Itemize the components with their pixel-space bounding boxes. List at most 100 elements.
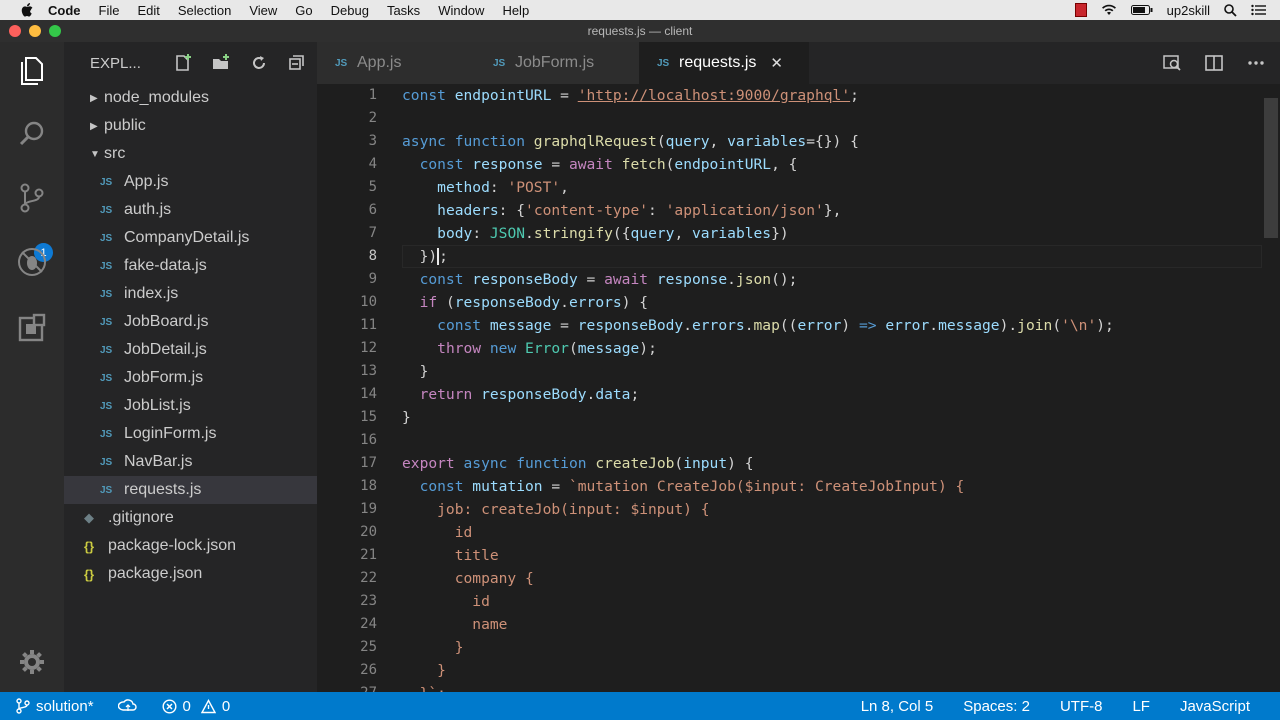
tree-file-package-json[interactable]: {} package.json xyxy=(64,560,317,588)
tree-file-joblist-js[interactable]: JS JobList.js xyxy=(64,392,317,420)
tab-app-js[interactable]: JS App.js xyxy=(317,42,475,84)
code-line[interactable]: id xyxy=(402,590,490,613)
settings-gear-icon[interactable] xyxy=(14,644,50,680)
sync-icon[interactable] xyxy=(117,698,138,714)
wifi-icon[interactable] xyxy=(1101,4,1117,16)
code-line[interactable]: const message = responseBody.errors.map(… xyxy=(402,314,1114,337)
tree-file-index-js[interactable]: JS index.js xyxy=(64,280,317,308)
menu-debug[interactable]: Debug xyxy=(331,3,369,18)
code-line[interactable]: } xyxy=(402,659,446,682)
explorer-icon[interactable] xyxy=(14,52,50,88)
tree-file-jobboard-js[interactable]: JS JobBoard.js xyxy=(64,308,317,336)
app-menu[interactable]: Code xyxy=(48,3,81,18)
menu-edit[interactable]: Edit xyxy=(137,3,159,18)
code-line[interactable]: method: 'POST', xyxy=(402,176,569,199)
code-line[interactable]: } xyxy=(402,360,429,383)
cursor-position[interactable]: Ln 8, Col 5 xyxy=(861,698,934,715)
code-token: ) xyxy=(841,317,859,334)
code-line[interactable]: const response = await fetch(endpointURL… xyxy=(402,153,798,176)
zoom-window-button[interactable] xyxy=(49,25,61,37)
code-editor[interactable]: 1 2 3 4 5 6 7 8 9 10 11 12 13 14 15 16 17 18 19 20 21 22 23 24 2… xyxy=(317,84,1280,692)
new-folder-icon[interactable] xyxy=(211,53,231,73)
tree-file-requests-js[interactable]: JS requests.js xyxy=(64,476,317,504)
tree-file-auth-js[interactable]: JS auth.js xyxy=(64,196,317,224)
error-count[interactable]: 0 xyxy=(183,698,191,715)
tree-file-fake-data-js[interactable]: JS fake-data.js xyxy=(64,252,317,280)
minimize-window-button[interactable] xyxy=(29,25,41,37)
spotlight-search-icon[interactable] xyxy=(1224,3,1237,17)
menu-go[interactable]: Go xyxy=(295,3,312,18)
code-line[interactable]: title xyxy=(402,544,499,567)
indentation[interactable]: Spaces: 2 xyxy=(963,698,1030,715)
warning-count[interactable]: 0 xyxy=(222,698,230,715)
tree-file-app-js[interactable]: JS App.js xyxy=(64,168,317,196)
extensions-icon[interactable] xyxy=(14,310,50,346)
code-line[interactable]: return responseBody.data; xyxy=(402,383,640,406)
code-line[interactable]: }); xyxy=(402,245,448,268)
window-title-bar: requests.js — client xyxy=(0,20,1280,42)
code-line[interactable]: id xyxy=(402,521,473,544)
tree-file-loginform-js[interactable]: JS LoginForm.js xyxy=(64,420,317,448)
code-line[interactable]: company { xyxy=(402,567,534,590)
tab-jobform-js[interactable]: JS JobForm.js xyxy=(475,42,639,84)
code-line[interactable]: } xyxy=(402,406,411,429)
encoding[interactable]: UTF-8 xyxy=(1060,698,1103,715)
code-line[interactable]: if (responseBody.errors) { xyxy=(402,291,648,314)
tree-file-navbar-js[interactable]: JS NavBar.js xyxy=(64,448,317,476)
close-tab-icon[interactable]: ✕ xyxy=(770,54,783,72)
collapse-all-icon[interactable] xyxy=(287,53,307,73)
flag-icon[interactable] xyxy=(1074,3,1087,17)
more-actions-icon[interactable] xyxy=(1246,53,1266,73)
code-line[interactable]: const endpointURL = 'http://localhost:90… xyxy=(402,84,859,107)
search-icon[interactable] xyxy=(14,116,50,152)
warning-icon[interactable] xyxy=(200,698,216,714)
code-line[interactable]: export async function createJob(input) { xyxy=(402,452,753,475)
code-line[interactable]: job: createJob(input: $input) { xyxy=(402,498,709,521)
code-line[interactable]: const responseBody = await response.json… xyxy=(402,268,798,291)
code-token: 'http://localhost:9000/graphql' xyxy=(577,87,851,104)
editor-scrollbar[interactable] xyxy=(1264,98,1278,238)
code-line[interactable]: throw new Error(message); xyxy=(402,337,657,360)
git-branch-label[interactable]: solution* xyxy=(36,698,94,715)
close-window-button[interactable] xyxy=(9,25,21,37)
tree-folder-src[interactable]: ▼ src xyxy=(64,140,317,168)
code-line[interactable]: async function graphqlRequest(query, var… xyxy=(402,130,859,153)
code-line[interactable]: const mutation = `mutation CreateJob($in… xyxy=(402,475,965,498)
code-line[interactable]: headers: {'content-type': 'application/j… xyxy=(402,199,841,222)
code-line[interactable]: body: JSON.stringify({query, variables}) xyxy=(402,222,789,245)
tree-file-jobdetail-js[interactable]: JS JobDetail.js xyxy=(64,336,317,364)
js-file-icon: JS xyxy=(493,57,506,69)
open-changes-icon[interactable] xyxy=(1162,53,1182,73)
debug-icon[interactable] xyxy=(14,244,50,280)
menu-help[interactable]: Help xyxy=(502,3,529,18)
user-name[interactable]: up2skill xyxy=(1167,3,1210,18)
apple-icon[interactable] xyxy=(18,3,36,17)
menu-selection[interactable]: Selection xyxy=(178,3,231,18)
split-editor-icon[interactable] xyxy=(1204,53,1224,73)
menu-tasks[interactable]: Tasks xyxy=(387,3,420,18)
code-token: ) { xyxy=(621,294,649,311)
code-token: ({ xyxy=(612,225,631,242)
tree-file-jobform-js[interactable]: JS JobForm.js xyxy=(64,364,317,392)
tree-file-package-lock-json[interactable]: {} package-lock.json xyxy=(64,532,317,560)
tree-file-companydetail-js[interactable]: JS CompanyDetail.js xyxy=(64,224,317,252)
source-control-icon[interactable] xyxy=(14,180,50,216)
code-line[interactable]: }`; xyxy=(402,682,446,692)
language-mode[interactable]: JavaScript xyxy=(1180,698,1250,715)
notification-center-icon[interactable] xyxy=(1251,4,1266,16)
tree-folder-node-modules[interactable]: ▶ node_modules xyxy=(64,84,317,112)
new-file-icon[interactable] xyxy=(173,53,193,73)
refresh-icon[interactable] xyxy=(249,53,269,73)
code-line[interactable]: name xyxy=(402,613,507,636)
battery-icon[interactable] xyxy=(1130,4,1153,16)
tab-requests-js[interactable]: JS requests.js ✕ xyxy=(639,42,809,84)
end-of-line[interactable]: LF xyxy=(1132,698,1150,715)
menu-file[interactable]: File xyxy=(99,3,120,18)
error-icon[interactable] xyxy=(162,698,177,714)
menu-view[interactable]: View xyxy=(249,3,277,18)
menu-window[interactable]: Window xyxy=(438,3,484,18)
tree-folder-public[interactable]: ▶ public xyxy=(64,112,317,140)
code-line[interactable]: } xyxy=(402,636,464,659)
tree-file-gitignore[interactable]: ◆ .gitignore xyxy=(64,504,317,532)
